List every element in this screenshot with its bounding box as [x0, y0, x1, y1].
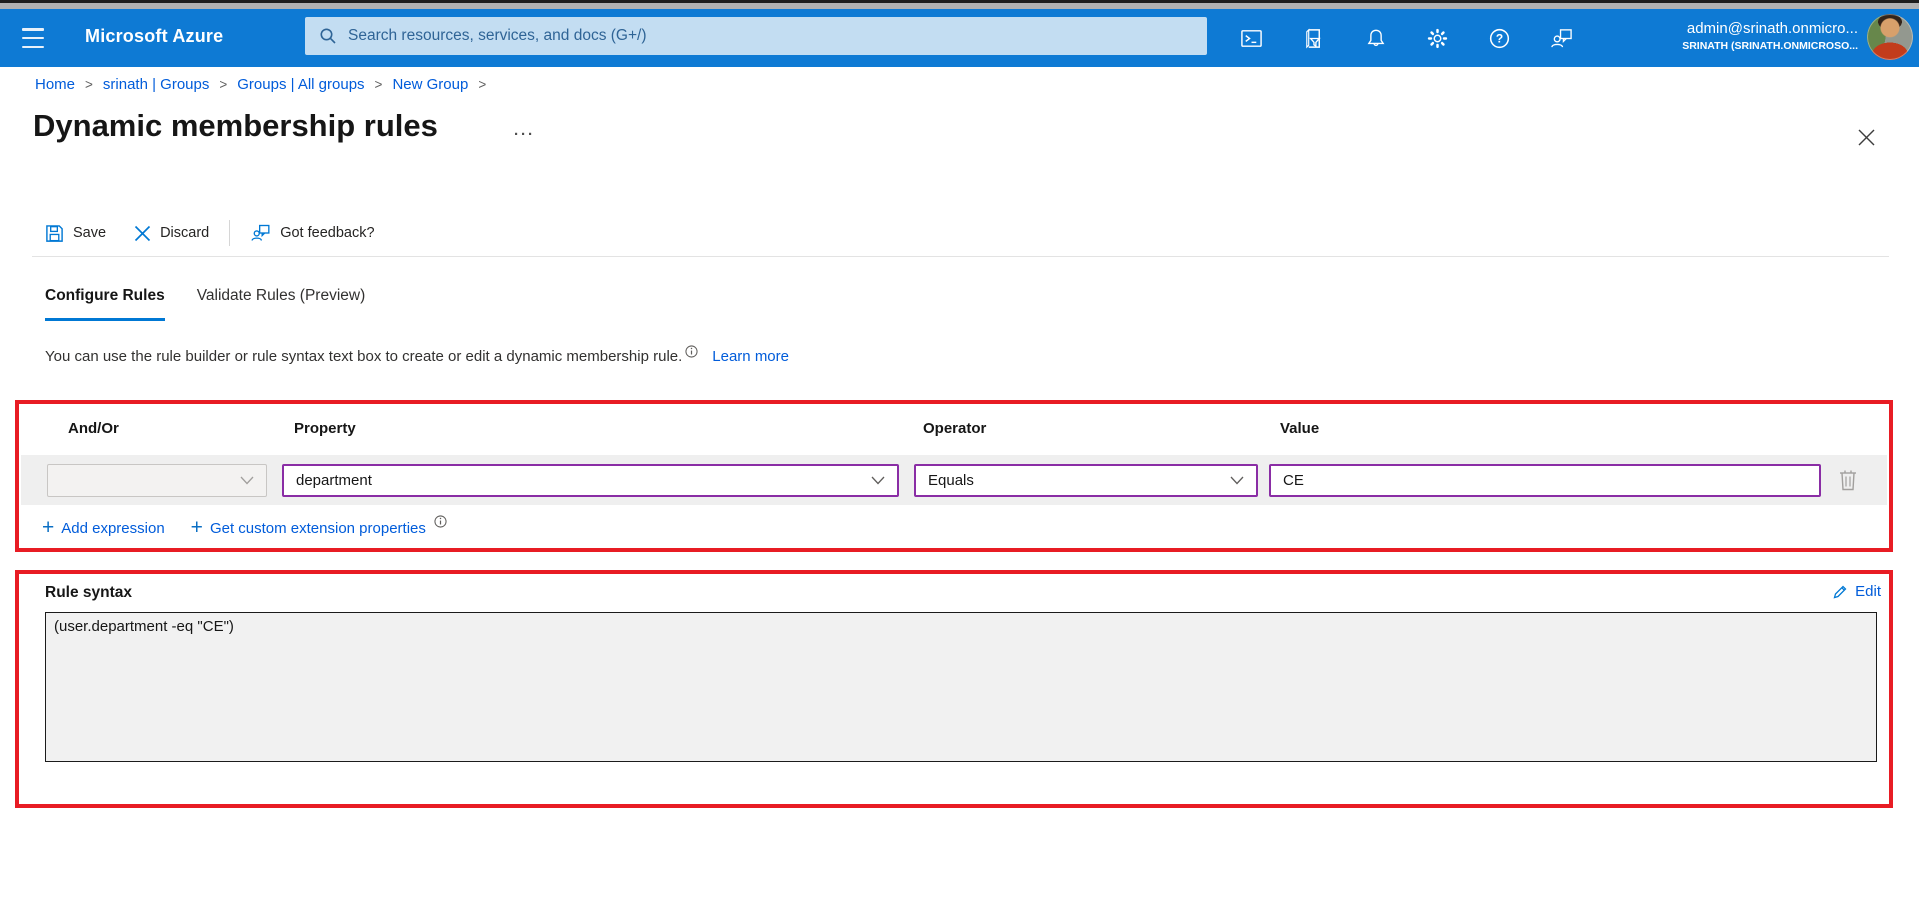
breadcrumb-new-group[interactable]: New Group [392, 76, 468, 93]
tab-validate-rules[interactable]: Validate Rules (Preview) [197, 287, 366, 321]
global-search[interactable] [305, 17, 1207, 55]
rule-syntax-textbox: (user.department -eq "CE") [45, 612, 1877, 762]
description-text: You can use the rule builder or rule syn… [45, 348, 683, 365]
search-icon [320, 28, 336, 44]
plus-icon: + [42, 516, 55, 539]
edit-button[interactable]: Edit [1832, 583, 1881, 600]
rule-syntax-section: Rule syntax Edit (user.department -eq "C… [15, 570, 1893, 808]
command-bar: Save Discard Got feedback? [45, 216, 375, 250]
add-expression-label: Add expression [61, 519, 165, 537]
chevron-down-icon [1230, 476, 1256, 485]
operator-value: Equals [928, 472, 974, 489]
rule-builder-section: And/Or Property Operator Value departmen… [15, 400, 1893, 552]
chevron-down-icon [240, 476, 266, 485]
tab-configure-rules[interactable]: Configure Rules [45, 287, 165, 321]
get-custom-extension-label: Get custom extension properties [209, 519, 426, 537]
column-header-property: Property [294, 420, 356, 437]
get-custom-extension-button[interactable]: + Get custom extension properties [190, 516, 426, 539]
top-bar-icons: ? [1240, 9, 1573, 67]
breadcrumb-separator: > [219, 77, 228, 92]
breadcrumb: Home > srinath | Groups > Groups | All group… [35, 76, 496, 93]
user-avatar[interactable] [1867, 14, 1913, 60]
delete-row-trash-icon[interactable] [1838, 468, 1860, 494]
column-header-value: Value [1280, 420, 1320, 437]
breadcrumb-home[interactable]: Home [35, 76, 75, 93]
add-expression-button[interactable]: + Add expression [42, 516, 165, 539]
azure-top-bar: Microsoft Azure ? admin@srinath.onmicro.… [0, 9, 1919, 67]
help-icon[interactable]: ? [1488, 27, 1511, 50]
value-field [1269, 464, 1821, 497]
save-button[interactable]: Save [45, 224, 106, 243]
tab-bar: Configure Rules Validate Rules (Preview) [45, 287, 365, 321]
property-dropdown[interactable]: department [282, 464, 899, 497]
operator-dropdown[interactable]: Equals [914, 464, 1258, 497]
plus-icon: + [190, 516, 203, 539]
settings-gear-icon[interactable] [1426, 27, 1449, 50]
close-icon[interactable] [1849, 120, 1883, 154]
svg-text:?: ? [1496, 31, 1503, 45]
breadcrumb-separator: > [85, 77, 93, 92]
breadcrumb-separator: > [374, 77, 383, 92]
edit-label: Edit [1855, 583, 1881, 600]
breadcrumb-all-groups[interactable]: Groups | All groups [237, 76, 364, 93]
got-feedback-label: Got feedback? [280, 225, 375, 241]
brand-title[interactable]: Microsoft Azure [85, 26, 223, 47]
column-header-andor: And/Or [68, 420, 119, 437]
search-input[interactable] [348, 27, 1168, 45]
builder-actions: + Add expression + Get custom extension … [42, 515, 447, 539]
cloud-shell-icon[interactable] [1240, 27, 1263, 50]
toolbar-divider [229, 220, 231, 246]
breadcrumb-srinath-groups[interactable]: srinath | Groups [103, 76, 209, 93]
save-icon [46, 224, 63, 242]
learn-more-link[interactable]: Learn more [712, 348, 789, 365]
page-description: You can use the rule builder or rule syn… [45, 345, 789, 365]
window-top-strip [0, 0, 1919, 9]
account-info[interactable]: admin@srinath.onmicro... SRINATH (SRINAT… [1682, 19, 1858, 53]
expression-row: department Equals [21, 455, 1887, 505]
value-input[interactable] [1271, 472, 1819, 489]
account-email: admin@srinath.onmicro... [1686, 20, 1858, 37]
rule-syntax-label: Rule syntax [45, 584, 133, 601]
pencil-icon [1833, 585, 1847, 598]
got-feedback-button[interactable]: Got feedback? [250, 223, 375, 243]
info-icon[interactable] [685, 345, 698, 362]
section-divider [32, 256, 1889, 257]
save-label: Save [73, 225, 107, 241]
feedback-icon[interactable] [1550, 27, 1573, 50]
column-header-operator: Operator [923, 420, 987, 437]
discard-x-icon [134, 225, 151, 241]
property-value: department [296, 472, 372, 489]
discard-label: Discard [160, 225, 210, 241]
info-icon[interactable] [434, 515, 447, 533]
notifications-bell-icon[interactable] [1364, 27, 1387, 50]
feedback-person-icon [251, 224, 270, 241]
breadcrumb-separator: > [478, 77, 487, 92]
directories-filter-icon[interactable] [1302, 27, 1325, 50]
andor-dropdown [47, 464, 267, 497]
chevron-down-icon [871, 476, 897, 485]
discard-button[interactable]: Discard [134, 225, 209, 242]
more-options-icon[interactable]: ··· [514, 126, 535, 143]
hamburger-menu-icon[interactable] [22, 28, 44, 48]
account-tenant: SRINATH (SRINATH.ONMICROSO... [1682, 40, 1858, 52]
page-title: Dynamic membership rules [33, 108, 438, 143]
